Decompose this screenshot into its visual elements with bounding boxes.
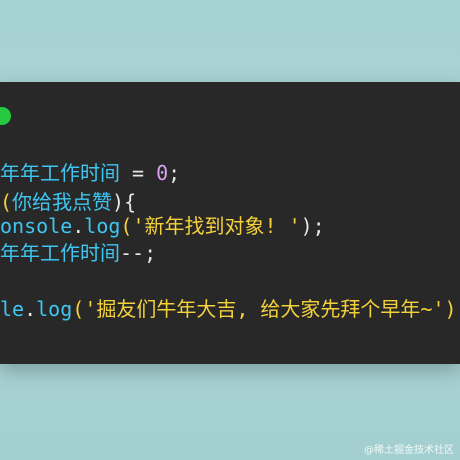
code-token-punc: ; [168, 161, 181, 185]
code-line: 年年工作时间 = 0; [0, 160, 180, 186]
code-token-var: 你给我点赞 [12, 190, 113, 214]
code-token-paren: ( [120, 214, 133, 238]
green-window-dot-icon[interactable] [0, 107, 11, 125]
code-line: onsole.log('新年找到对象! '); [0, 213, 325, 239]
watermark-text: @稀土掘金技术社区 [364, 445, 454, 456]
code-token-fn: log [84, 214, 121, 238]
code-token-num: 0 [156, 161, 169, 185]
code-token-var: 年年工作时间 [0, 241, 120, 265]
code-line: (你给我点赞){ [0, 189, 136, 215]
code-token-paren: ( [0, 190, 13, 214]
code-token-punc: --; [120, 241, 157, 265]
code-editor-window: 年年工作时间 = 0; (你给我点赞){ onsole.log('新年找到对象!… [0, 82, 460, 364]
code-token-punc: . [24, 297, 37, 321]
code-token-fn: log [36, 297, 73, 321]
code-token-paren: ) [444, 297, 457, 321]
code-token-var: 年年工作时间 [0, 161, 120, 185]
code-token-punc: ); [300, 214, 325, 238]
code-token-var: le [0, 297, 25, 321]
code-token-str: '掘友们牛年大吉, 给大家先拜个早年~' [84, 297, 445, 321]
code-token-paren: ( [72, 297, 85, 321]
code-line: 年年工作时间--; [0, 240, 156, 266]
code-token-str: '新年找到对象! ' [132, 214, 301, 238]
code-token-op: = [120, 161, 157, 185]
code-token-punc: . [72, 214, 85, 238]
code-line: le.log('掘友们牛年大吉, 给大家先拜个早年~') [0, 296, 457, 322]
code-token-var: onsole [0, 214, 73, 238]
code-token-punc: ){ [112, 190, 137, 214]
